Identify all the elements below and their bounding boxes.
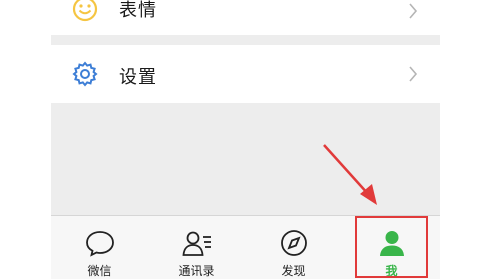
- tab-discover[interactable]: 发现: [245, 216, 342, 279]
- compass-icon: [280, 230, 307, 256]
- annotation-highlight-box: [355, 216, 428, 278]
- tab-discover-label: 发现: [281, 264, 306, 278]
- gear-icon: [72, 61, 98, 87]
- emoji-icon: [72, 0, 98, 22]
- menu-item-settings[interactable]: 设置: [51, 45, 440, 103]
- chevron-right-icon: [409, 3, 418, 19]
- tab-contacts-label: 通讯录: [178, 264, 215, 278]
- menu-item-emoji-label: 表情: [119, 0, 157, 21]
- menu-item-emoji[interactable]: 表情: [51, 0, 440, 35]
- contacts-icon: [182, 231, 211, 256]
- chat-bubble-icon: [85, 231, 114, 257]
- tab-chats-label: 微信: [87, 264, 112, 278]
- menu-item-settings-label: 设置: [119, 67, 157, 88]
- chevron-right-icon: [409, 66, 418, 82]
- tab-contacts[interactable]: 通讯录: [148, 216, 245, 279]
- tab-chats[interactable]: 微信: [51, 216, 148, 279]
